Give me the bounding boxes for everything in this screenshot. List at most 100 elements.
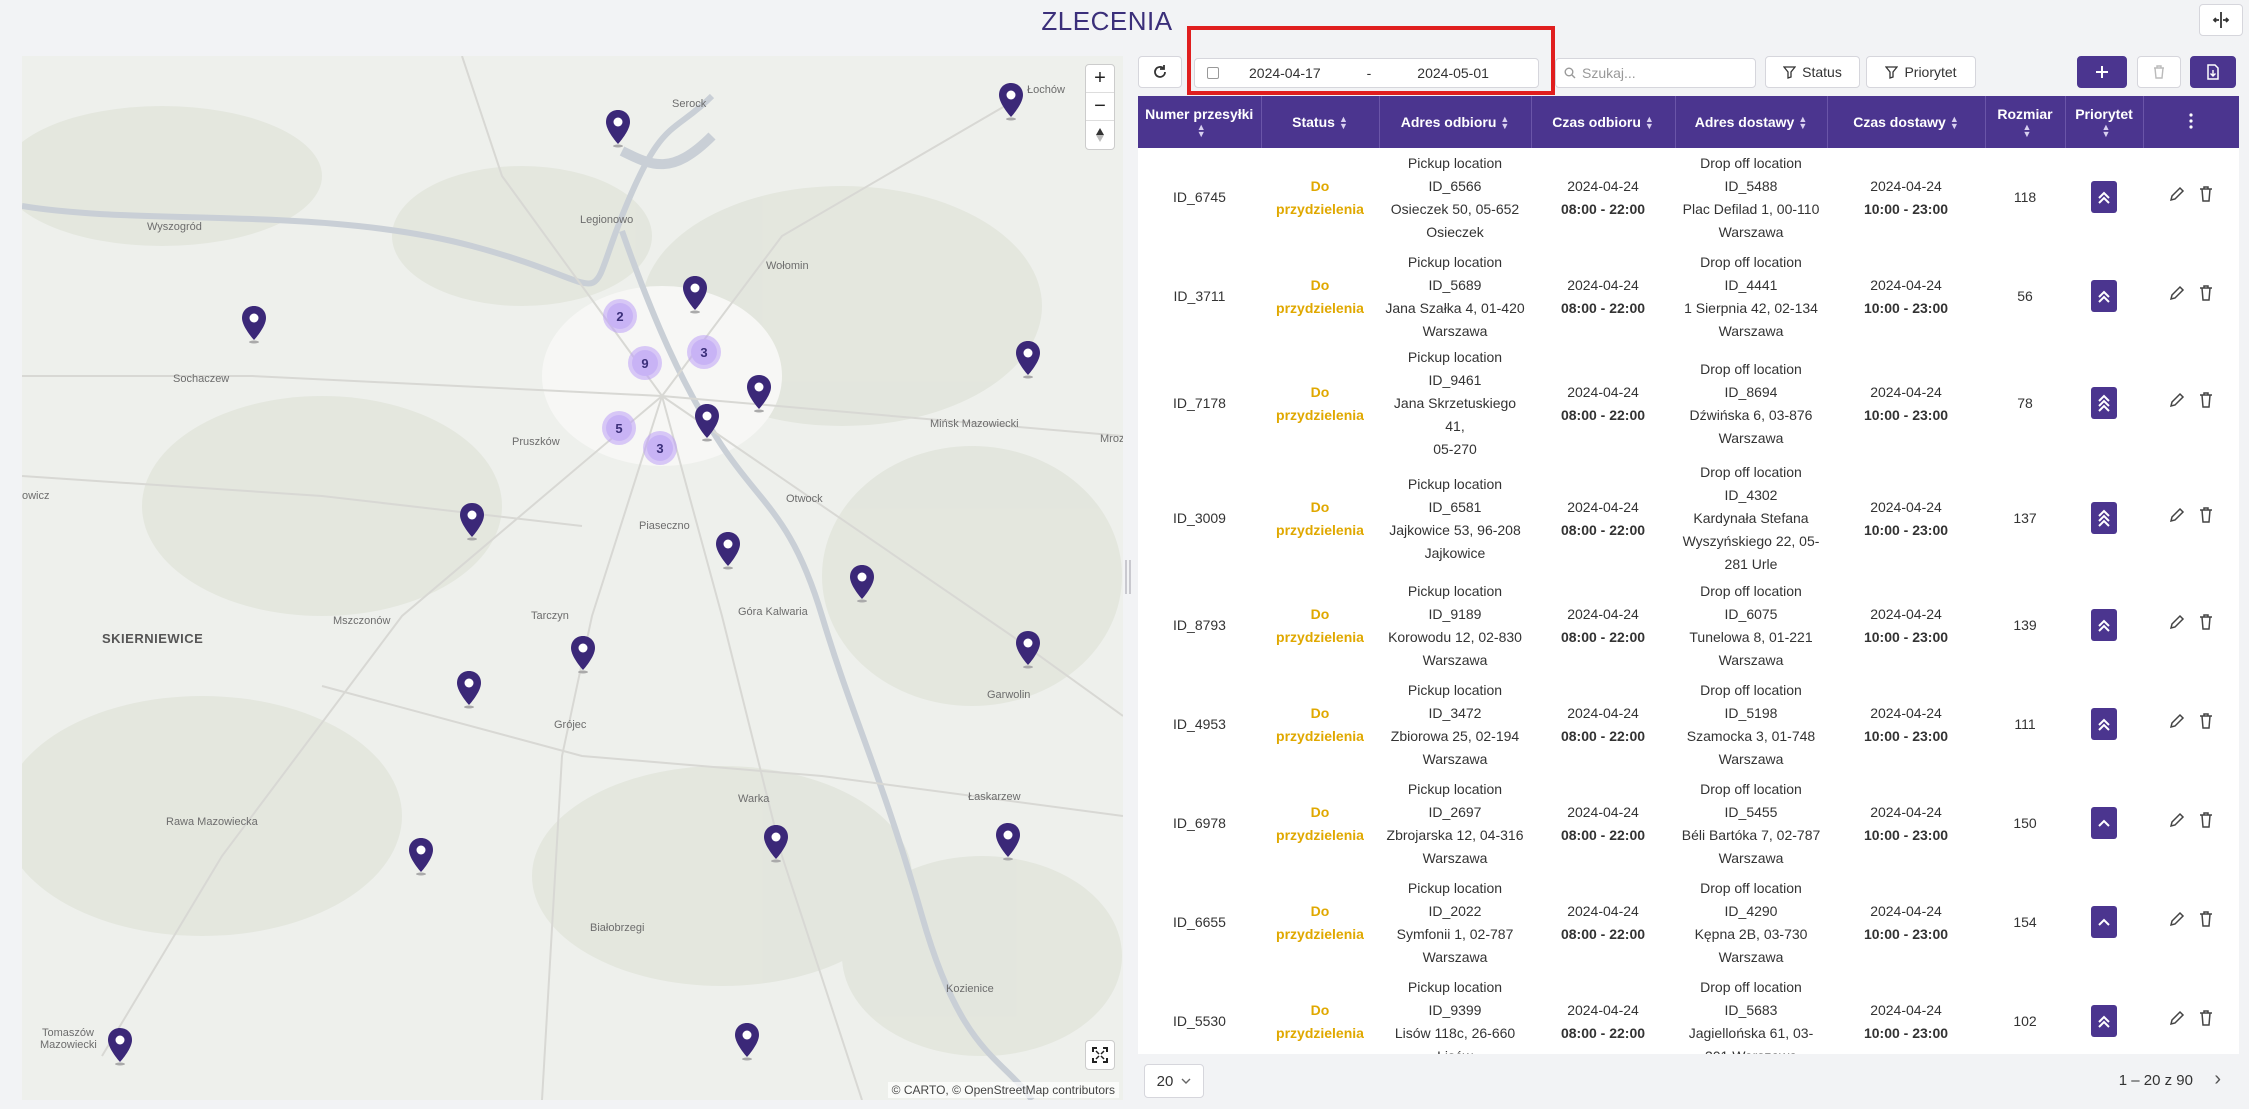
trash-icon[interactable] [2199, 1010, 2213, 1026]
col-header-status[interactable]: Status ▲ ▼ [1261, 96, 1380, 148]
col-header-drop-time[interactable]: Czas dostawy ▲ ▼ [1827, 96, 1986, 148]
map-label: Serock [672, 98, 707, 110]
edit-icon[interactable] [2169, 507, 2185, 523]
map-pin-icon[interactable] [568, 634, 598, 674]
map-pin-icon[interactable] [692, 402, 722, 442]
cell-pickup-time: 2024-04-24 08:00 - 22:00 [1560, 276, 1646, 316]
split-view-button[interactable] [2199, 4, 2243, 36]
zoom-in-button[interactable]: + [1086, 65, 1114, 93]
map-pin-icon[interactable] [454, 669, 484, 709]
edit-icon[interactable] [2169, 614, 2185, 630]
map-pin-icon[interactable] [457, 501, 487, 541]
table-row[interactable]: ID_7178 Do przydzielenia Pickup location I… [1138, 346, 2239, 461]
cell-drop-address: Drop off location ID_5455 Béli Bartóka 7, … [1681, 780, 1821, 866]
trash-icon[interactable] [2199, 812, 2213, 828]
edit-icon[interactable] [2169, 285, 2185, 301]
reset-north-button[interactable] [1086, 121, 1114, 149]
map-pin-icon[interactable] [732, 1021, 762, 1061]
map-cluster[interactable]: 2 [603, 299, 637, 333]
edit-icon[interactable] [2169, 812, 2185, 828]
map-cluster[interactable]: 3 [643, 431, 677, 465]
edit-icon[interactable] [2169, 186, 2185, 202]
split-resize-handle[interactable] [1125, 560, 1131, 594]
priority-high-icon [2091, 707, 2117, 740]
cell-pickup-address: Pickup location ID_9461 Jana Skrzetuskiego… [1393, 349, 1517, 457]
table-row[interactable]: ID_6745 Do przydzielenia Pickup location I… [1138, 148, 2239, 247]
map-pin-icon[interactable] [761, 823, 791, 863]
filter-icon [1885, 65, 1899, 79]
search-field[interactable] [1555, 58, 1756, 88]
delete-selected-button[interactable] [2137, 56, 2181, 88]
map-attribution: © CARTO, © OpenStreetMap contributors [887, 1082, 1119, 1098]
cell-actions [2143, 346, 2239, 461]
map-pin-icon[interactable] [603, 108, 633, 148]
trash-icon[interactable] [2199, 507, 2213, 523]
priority-filter-button[interactable]: Priorytet [1866, 56, 1976, 88]
next-page-button[interactable]: › [2214, 1068, 2221, 1091]
cell-pickup-address: Pickup location ID_6581 Jajkowice 53, 96-2… [1389, 475, 1521, 561]
map-cluster[interactable]: 9 [628, 346, 662, 380]
trash-icon[interactable] [2199, 392, 2213, 408]
trash-icon[interactable] [2199, 713, 2213, 729]
map-pin-icon[interactable] [680, 274, 710, 314]
edit-icon[interactable] [2169, 1010, 2185, 1026]
map-pin-icon[interactable] [713, 530, 743, 570]
map-pin-icon[interactable] [1013, 629, 1043, 669]
trash-icon[interactable] [2199, 186, 2213, 202]
zoom-out-button[interactable]: − [1086, 93, 1114, 121]
cell-number: ID_3009 [1173, 510, 1226, 526]
map-pin-icon[interactable] [239, 304, 269, 344]
trash-icon[interactable] [2199, 614, 2213, 630]
cell-size: 154 [2013, 914, 2037, 930]
col-header-drop-address[interactable]: Adres dostawy ▲ ▼ [1675, 96, 1828, 148]
col-header-priority[interactable]: Priorytet ▲ ▼ [2065, 96, 2144, 148]
map-pin-icon[interactable] [406, 836, 436, 876]
cell-size: 56 [2017, 288, 2033, 304]
table-row[interactable]: ID_5530 Do przydzielenia Pickup location I… [1138, 972, 2239, 1054]
table-row[interactable]: ID_3711 Do przydzielenia Pickup location I… [1138, 247, 2239, 346]
trash-icon[interactable] [2199, 285, 2213, 301]
map-pin-icon[interactable] [1013, 339, 1043, 379]
edit-icon[interactable] [2169, 713, 2185, 729]
map-pin-icon[interactable] [996, 81, 1026, 121]
edit-icon[interactable] [2169, 911, 2185, 927]
cell-status: Do przydzielenia [1276, 276, 1364, 316]
map-label: Mazowiecki [40, 1039, 97, 1051]
table-row[interactable]: ID_3009 Do przydzielenia Pickup location I… [1138, 461, 2239, 576]
cell-actions [2143, 247, 2239, 346]
export-button[interactable] [2190, 56, 2236, 88]
map-cluster[interactable]: 3 [687, 335, 721, 369]
fullscreen-button[interactable] [1085, 1040, 1115, 1070]
cluster-count: 5 [606, 415, 632, 441]
search-input[interactable] [1582, 65, 1742, 81]
map-pin-icon[interactable] [105, 1026, 135, 1066]
map-pin-icon[interactable] [744, 373, 774, 413]
cell-drop-address: Drop off location ID_5488 Plac Defilad 1, … [1682, 154, 1820, 240]
add-order-button[interactable] [2077, 56, 2127, 88]
cell-drop-address: Drop off location ID_5198 Szamocka 3, 01-7… [1686, 681, 1816, 767]
priority-highest-icon [2091, 386, 2117, 419]
map-label: Mszczonów [333, 615, 391, 627]
cluster-count: 9 [632, 350, 658, 376]
column-menu-button[interactable] [2143, 96, 2239, 148]
sort-icon: ▲ ▼ [2022, 122, 2032, 140]
refresh-button[interactable] [1138, 56, 1182, 88]
table-row[interactable]: ID_6978 Do przydzielenia Pickup location I… [1138, 774, 2239, 873]
col-header-number[interactable]: Numer przesyłki ▲ ▼ [1138, 96, 1262, 148]
map[interactable]: Serock Łochów Wyszogród Legionowo Wołomi… [22, 56, 1123, 1100]
status-filter-button[interactable]: Status [1765, 56, 1860, 88]
cell-drop-address: Drop off location ID_5683 Jagiellońska 61,… [1688, 978, 1814, 1055]
col-header-size[interactable]: Rozmiar ▲ ▼ [1985, 96, 2066, 148]
map-cluster[interactable]: 5 [602, 411, 636, 445]
table-row[interactable]: ID_6655 Do przydzielenia Pickup location I… [1138, 873, 2239, 972]
map-pin-icon[interactable] [847, 563, 877, 603]
trash-icon[interactable] [2199, 911, 2213, 927]
map-label: Rawa Mazowiecka [166, 816, 258, 828]
table-row[interactable]: ID_4953 Do przydzielenia Pickup location I… [1138, 675, 2239, 774]
table-row[interactable]: ID_8793 Do przydzielenia Pickup location I… [1138, 576, 2239, 675]
col-header-pickup-time[interactable]: Czas odbioru ▲ ▼ [1531, 96, 1676, 148]
edit-icon[interactable] [2169, 392, 2185, 408]
col-header-pickup-address[interactable]: Adres odbioru ▲ ▼ [1379, 96, 1532, 148]
page-size-select[interactable]: 20 [1144, 1064, 1204, 1098]
map-pin-icon[interactable] [993, 821, 1023, 861]
